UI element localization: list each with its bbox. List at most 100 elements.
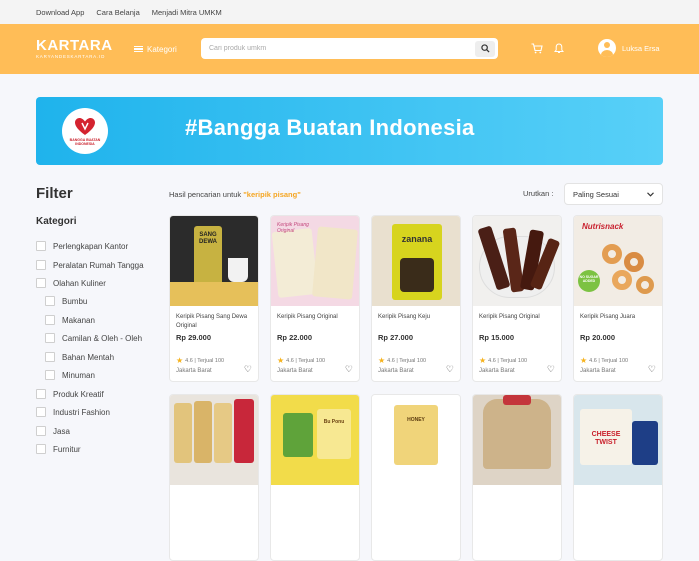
product-price: Rp 22.000 (277, 333, 313, 342)
kategori-menu-button[interactable]: Kategori (134, 45, 177, 54)
filter-industri-fashion[interactable]: Industri Fashion (36, 407, 110, 417)
product-card[interactable]: CHEESE TWIST (573, 394, 663, 561)
filter-title: Filter (36, 185, 73, 202)
heart-icon[interactable]: ♡ (446, 364, 454, 375)
bangga-buatan-indonesia-logo: BANGGA BUATAN INDONESIA (62, 108, 108, 154)
product-image: Bu Ponu (271, 395, 359, 485)
sort-value: Paling Sesuai (573, 189, 619, 199)
product-card[interactable]: zanana Keripik Pisang Keju Rp 27.000 ★ 4.… (371, 215, 461, 382)
star-icon: ★ (580, 356, 588, 365)
banner-headline: #Bangga Buatan Indonesia (185, 115, 475, 140)
kategori-label: Kategori (147, 44, 177, 54)
checkbox[interactable] (36, 278, 46, 288)
heart-icon[interactable]: ♡ (547, 364, 555, 375)
product-image (170, 395, 258, 485)
search-query: "keripik pisang" (243, 190, 301, 199)
cart-button[interactable] (531, 41, 543, 59)
product-card[interactable]: Keripik Pisang Original Rp 15.000 ★ 4.6 |… (472, 215, 562, 382)
product-image: SANG DEWA (170, 216, 258, 306)
checkbox[interactable] (36, 389, 46, 399)
product-image: HONEY (372, 395, 460, 485)
checkbox[interactable] (36, 260, 46, 270)
product-location: Jakarta Barat (378, 368, 414, 374)
product-image: Keripik Pisang Original (271, 216, 359, 306)
product-location: Jakarta Barat (277, 368, 313, 374)
star-icon: ★ (277, 356, 285, 365)
filter-jasa[interactable]: Jasa (36, 426, 70, 436)
filter-produk-kreatif[interactable]: Produk Kreatif (36, 389, 104, 399)
checkbox[interactable] (36, 241, 46, 251)
product-name: Keripik Pisang Original (277, 314, 338, 320)
product-rating: ★ 4.6 | Terjual 100 (580, 356, 629, 365)
filter-furnitur[interactable]: Furnitur (36, 444, 81, 454)
product-card[interactable]: Nutrisnack NO SUGAR ADDED Keripik Pisang… (573, 215, 663, 382)
filter-bahan-mentah[interactable]: Bahan Mentah (45, 352, 114, 362)
product-location: Jakarta Barat (176, 368, 212, 374)
sort-dropdown[interactable]: Paling Sesuai (564, 183, 663, 205)
site-logo[interactable]: KARTARA KARYANDESKARTARA.ID (36, 38, 116, 59)
product-image: CHEESE TWIST (574, 395, 662, 485)
checkbox[interactable] (45, 296, 55, 306)
filter-bumbu[interactable]: Bumbu (45, 296, 87, 306)
product-card[interactable]: HONEY (371, 394, 461, 561)
kategori-title: Kategori (36, 216, 77, 227)
product-rating: ★ 4.6 | Terjual 100 (479, 356, 528, 365)
sort-label: Urutkan : (523, 189, 554, 198)
search-result-text: Hasil pencarian untuk "keripik pisang" (169, 190, 301, 199)
product-image (473, 216, 561, 306)
checkbox[interactable] (45, 333, 55, 343)
heart-icon[interactable]: ♡ (648, 364, 656, 375)
checkbox[interactable] (36, 407, 46, 417)
chevron-down-icon (647, 191, 654, 197)
filter-makanan[interactable]: Makanan (45, 315, 95, 325)
product-name: Keripik Pisang Juara (580, 314, 636, 320)
user-name: Luksa Ersa (622, 43, 660, 53)
search-input[interactable] (209, 45, 475, 52)
product-card[interactable] (472, 394, 562, 561)
product-card[interactable] (169, 394, 259, 561)
user-menu[interactable]: Luksa Ersa (598, 39, 660, 57)
cart-icon (531, 43, 543, 54)
search-bar (201, 38, 498, 59)
product-price: Rp 15.000 (479, 333, 515, 342)
search-button[interactable] (475, 40, 495, 57)
top-links-bar: Download App Cara Belanja Menjadi Mitra … (0, 0, 699, 24)
product-rating: ★ 4.6 | Terjual 100 (176, 356, 225, 365)
promo-banner[interactable]: BANGGA BUATAN INDONESIA #Bangga Buatan I… (36, 97, 663, 165)
download-app-link[interactable]: Download App (36, 8, 84, 17)
search-icon (480, 44, 490, 53)
product-image: zanana (372, 216, 460, 306)
star-icon: ★ (176, 356, 184, 365)
product-card[interactable]: Keripik Pisang Original Keripik Pisang O… (270, 215, 360, 382)
cara-belanja-link[interactable]: Cara Belanja (96, 8, 139, 17)
product-card[interactable]: SANG DEWA Keripik Pisang Sang Dewa Origi… (169, 215, 259, 382)
checkbox[interactable] (45, 370, 55, 380)
filter-camilan-oleh-oleh[interactable]: Camilan & Oleh - Oleh (45, 333, 142, 343)
heart-hand-icon (75, 117, 95, 135)
hamburger-icon (134, 45, 143, 53)
product-name: Keripik Pisang Original (479, 314, 540, 320)
main-header: KARTARA KARYANDESKARTARA.ID Kategori Luk… (0, 24, 699, 74)
product-rating: ★ 4.6 | Terjual 100 (277, 356, 326, 365)
checkbox[interactable] (45, 352, 55, 362)
star-icon: ★ (378, 356, 386, 365)
notification-button[interactable] (553, 41, 565, 59)
filter-minuman[interactable]: Minuman (45, 370, 95, 380)
filter-perlengkapan-kantor[interactable]: Perlengkapan Kantor (36, 241, 128, 251)
product-location: Jakarta Barat (479, 368, 515, 374)
heart-icon[interactable]: ♡ (345, 364, 353, 375)
mitra-umkm-link[interactable]: Menjadi Mitra UMKM (152, 8, 222, 17)
product-image: Nutrisnack NO SUGAR ADDED (574, 216, 662, 306)
product-price: Rp 29.000 (176, 333, 212, 342)
checkbox[interactable] (45, 315, 55, 325)
avatar (598, 39, 616, 57)
heart-icon[interactable]: ♡ (244, 364, 252, 375)
filter-olahan-kuliner[interactable]: Olahan Kuliner (36, 278, 106, 288)
filter-peralatan-rumah-tangga[interactable]: Peralatan Rumah Tangga (36, 260, 144, 270)
product-price: Rp 20.000 (580, 333, 616, 342)
product-card[interactable]: Bu Ponu (270, 394, 360, 561)
checkbox[interactable] (36, 426, 46, 436)
checkbox[interactable] (36, 444, 46, 454)
product-name: Keripik Pisang Keju (378, 314, 431, 320)
product-name: Keripik Pisang Sang Dewa Original (176, 314, 248, 329)
